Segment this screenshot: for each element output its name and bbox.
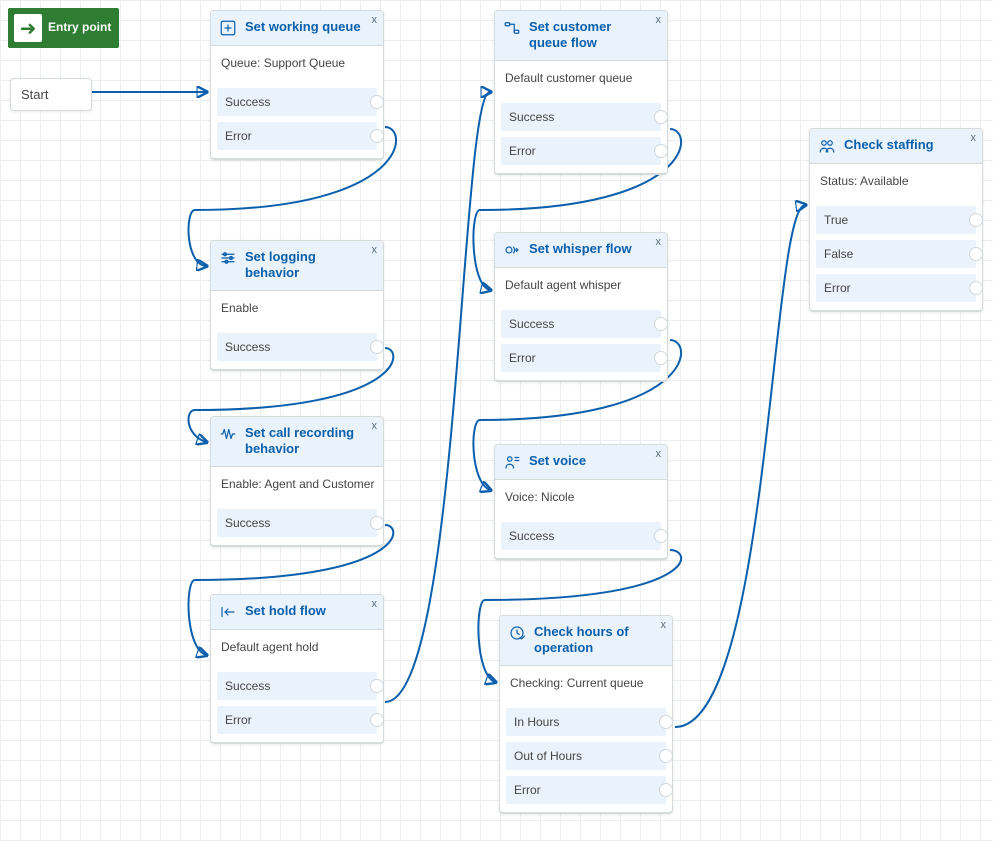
node-desc: Default agent hold [211, 630, 383, 666]
node-desc: Default customer queue [495, 61, 667, 97]
start-label: Start [21, 87, 48, 102]
port-dot[interactable] [659, 783, 673, 797]
node-title: Check hours of operation [534, 624, 654, 657]
node-title: Set logging behavior [245, 249, 365, 282]
port-dot[interactable] [969, 247, 983, 261]
close-icon[interactable]: x [971, 132, 977, 144]
port-error[interactable]: Error [501, 344, 661, 372]
entry-point-badge: ➜ Entry point [8, 8, 119, 48]
node-desc: Status: Available [810, 164, 982, 200]
port-success[interactable]: Success [501, 522, 661, 550]
port-success[interactable]: Success [501, 103, 661, 131]
node-set-call-recording-behavior[interactable]: Set call recording behavior x Enable: Ag… [210, 416, 384, 547]
close-icon[interactable]: x [372, 244, 378, 256]
clock-check-icon [508, 624, 526, 642]
port-dot[interactable] [654, 529, 668, 543]
close-icon[interactable]: x [661, 619, 667, 631]
node-set-working-queue[interactable]: Set working queue x Queue: Support Queue… [210, 10, 384, 160]
node-set-logging-behavior[interactable]: Set logging behavior x Enable Success [210, 240, 384, 371]
node-check-hours-of-operation[interactable]: Check hours of operation x Checking: Cur… [499, 615, 673, 814]
port-dot[interactable] [659, 715, 673, 729]
flow-hold-icon [219, 603, 237, 621]
port-dot[interactable] [969, 281, 983, 295]
port-dot[interactable] [654, 110, 668, 124]
node-set-customer-queue-flow[interactable]: Set customer queue flow x Default custom… [494, 10, 668, 175]
port-out-of-hours[interactable]: Out of Hours [506, 742, 666, 770]
port-in-hours[interactable]: In Hours [506, 708, 666, 736]
start-block[interactable]: Start [10, 78, 92, 111]
node-desc: Queue: Support Queue [211, 46, 383, 82]
node-title: Set hold flow [245, 603, 326, 619]
port-dot[interactable] [370, 516, 384, 530]
node-desc: Enable [211, 291, 383, 327]
port-dot[interactable] [370, 129, 384, 143]
waveform-icon [219, 425, 237, 443]
close-icon[interactable]: x [372, 14, 378, 26]
node-set-whisper-flow[interactable]: Set whisper flow x Default agent whisper… [494, 232, 668, 382]
voice-icon [503, 453, 521, 471]
node-title: Set whisper flow [529, 241, 632, 257]
port-error[interactable]: Error [501, 137, 661, 165]
flow-icon [503, 19, 521, 37]
port-dot[interactable] [370, 340, 384, 354]
node-title: Set call recording behavior [245, 425, 365, 458]
port-dot[interactable] [654, 351, 668, 365]
entry-label: Entry point [48, 21, 111, 34]
port-success[interactable]: Success [501, 310, 661, 338]
sliders-icon [219, 249, 237, 267]
node-title: Set working queue [245, 19, 361, 35]
port-true[interactable]: True [816, 206, 976, 234]
node-set-hold-flow[interactable]: Set hold flow x Default agent hold Succe… [210, 594, 384, 744]
port-success[interactable]: Success [217, 88, 377, 116]
port-dot[interactable] [969, 213, 983, 227]
port-error[interactable]: Error [816, 274, 976, 302]
close-icon[interactable]: x [372, 420, 378, 432]
port-error[interactable]: Error [217, 706, 377, 734]
entry-arrow-icon: ➜ [14, 14, 42, 42]
port-error[interactable]: Error [506, 776, 666, 804]
whisper-icon [503, 241, 521, 259]
port-dot[interactable] [654, 144, 668, 158]
close-icon[interactable]: x [656, 236, 662, 248]
node-desc: Default agent whisper [495, 268, 667, 304]
close-icon[interactable]: x [372, 598, 378, 610]
port-dot[interactable] [370, 95, 384, 109]
queue-plus-icon [219, 19, 237, 37]
node-desc: Checking: Current queue [500, 666, 672, 702]
port-error[interactable]: Error [217, 122, 377, 150]
port-success[interactable]: Success [217, 672, 377, 700]
close-icon[interactable]: x [656, 14, 662, 26]
port-dot[interactable] [370, 713, 384, 727]
port-false[interactable]: False [816, 240, 976, 268]
node-title: Set voice [529, 453, 586, 469]
port-success[interactable]: Success [217, 333, 377, 361]
node-desc: Voice: Nicole [495, 480, 667, 516]
node-check-staffing[interactable]: Check staffing x Status: Available True … [809, 128, 983, 312]
node-set-voice[interactable]: Set voice x Voice: Nicole Success [494, 444, 668, 560]
port-dot[interactable] [370, 679, 384, 693]
port-success[interactable]: Success [217, 509, 377, 537]
node-desc: Enable: Agent and Customer [211, 467, 383, 503]
staffing-icon [818, 137, 836, 155]
port-dot[interactable] [654, 317, 668, 331]
node-title: Set customer queue flow [529, 19, 649, 52]
close-icon[interactable]: x [656, 448, 662, 460]
port-dot[interactable] [659, 749, 673, 763]
node-title: Check staffing [844, 137, 934, 153]
